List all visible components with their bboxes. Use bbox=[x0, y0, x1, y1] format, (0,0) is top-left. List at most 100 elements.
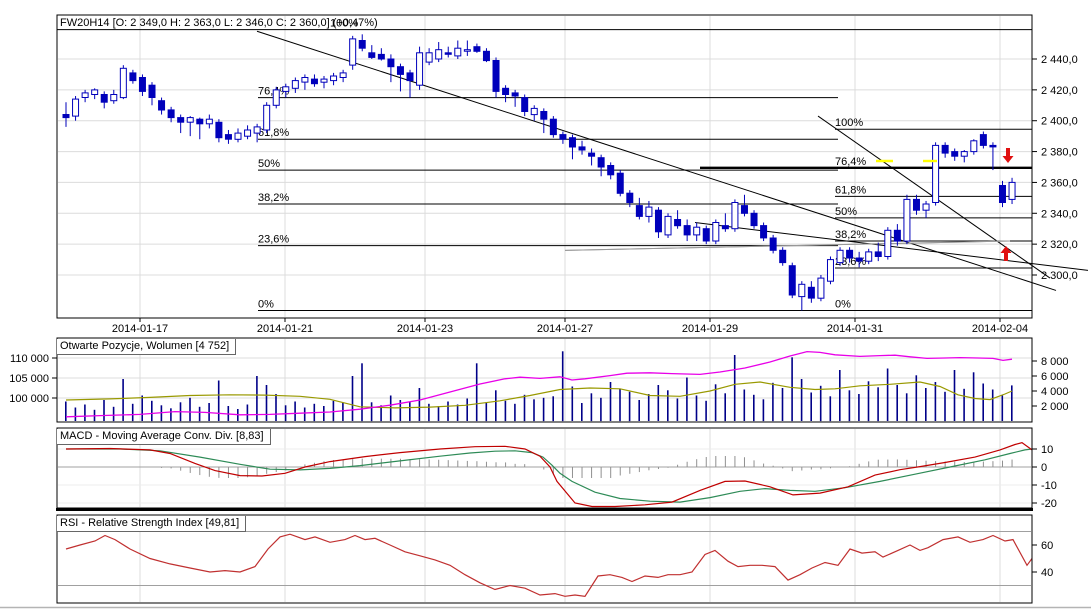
candle bbox=[970, 140, 978, 153]
candle bbox=[186, 117, 194, 123]
candle bbox=[826, 259, 834, 282]
charting-app-window: 100%76,4%61,8%50%38,2%23,6%0%100%76,4%61… bbox=[0, 0, 1091, 610]
candle bbox=[234, 132, 242, 140]
svg-text:100 000: 100 000 bbox=[9, 393, 49, 405]
svg-text:-10: -10 bbox=[1041, 480, 1057, 492]
candle bbox=[865, 251, 873, 262]
rsi-pane[interactable] bbox=[65, 533, 1033, 597]
candle bbox=[377, 53, 385, 60]
svg-text:100%: 100% bbox=[835, 117, 863, 129]
svg-text:2014-01-23: 2014-01-23 bbox=[397, 323, 453, 335]
candle bbox=[616, 172, 624, 194]
candle bbox=[807, 286, 815, 299]
svg-text:2014-01-29: 2014-01-29 bbox=[682, 323, 738, 335]
candle bbox=[932, 144, 940, 203]
svg-text:50%: 50% bbox=[258, 158, 280, 170]
candle bbox=[645, 206, 653, 217]
svg-text:6 000: 6 000 bbox=[1041, 371, 1069, 383]
candle bbox=[473, 46, 481, 52]
candle bbox=[760, 225, 768, 239]
svg-text:2 300,0: 2 300,0 bbox=[1041, 270, 1078, 282]
candle bbox=[683, 225, 691, 236]
candle bbox=[482, 50, 490, 62]
candle bbox=[740, 205, 748, 214]
candle bbox=[368, 52, 376, 58]
candle bbox=[463, 49, 471, 52]
svg-text:38,2%: 38,2% bbox=[835, 229, 866, 241]
candle bbox=[884, 229, 892, 258]
candle bbox=[951, 151, 959, 157]
candle bbox=[301, 77, 309, 83]
candle bbox=[941, 144, 949, 154]
candle bbox=[244, 129, 252, 137]
svg-text:61,8%: 61,8% bbox=[258, 127, 289, 139]
candle bbox=[912, 198, 920, 211]
candle bbox=[158, 100, 166, 111]
svg-text:0: 0 bbox=[1041, 462, 1047, 474]
svg-text:-20: -20 bbox=[1041, 498, 1057, 510]
candle bbox=[349, 38, 357, 66]
candle bbox=[903, 198, 911, 242]
svg-text:50%: 50% bbox=[835, 206, 857, 218]
svg-text:2014-01-17: 2014-01-17 bbox=[112, 323, 168, 335]
volume-pane[interactable] bbox=[65, 350, 1013, 422]
svg-text:0%: 0% bbox=[258, 298, 274, 310]
svg-text:2014-01-21: 2014-01-21 bbox=[257, 323, 313, 335]
candle bbox=[310, 78, 318, 85]
candle bbox=[922, 203, 930, 211]
rsi-pane-title: RSI - Relative Strength Index [49,81] bbox=[57, 516, 247, 532]
candle bbox=[148, 84, 156, 98]
candle bbox=[339, 72, 347, 79]
svg-text:2 400,0: 2 400,0 bbox=[1041, 116, 1078, 128]
svg-text:40: 40 bbox=[1041, 567, 1053, 579]
candle bbox=[674, 219, 682, 227]
svg-text:10: 10 bbox=[1041, 444, 1053, 456]
candle bbox=[817, 277, 825, 299]
candle bbox=[855, 257, 863, 262]
candle bbox=[282, 86, 290, 92]
candle bbox=[607, 165, 615, 176]
candle bbox=[626, 192, 634, 203]
candle bbox=[396, 66, 404, 75]
candle bbox=[559, 134, 567, 140]
svg-text:2 000: 2 000 bbox=[1041, 401, 1069, 413]
svg-text:23,6%: 23,6% bbox=[258, 234, 289, 246]
candle bbox=[205, 118, 213, 125]
candle bbox=[1008, 181, 1016, 200]
candle bbox=[588, 152, 596, 157]
sell-arrow-icon bbox=[1002, 148, 1014, 163]
candle bbox=[91, 89, 99, 96]
candle bbox=[511, 92, 519, 97]
candle bbox=[110, 94, 118, 102]
candle bbox=[263, 104, 271, 131]
candle bbox=[998, 185, 1006, 203]
macd-pane[interactable] bbox=[65, 442, 1033, 508]
candlestick-series[interactable] bbox=[62, 34, 1016, 311]
price-pane-title: FW20H14 [O: 2 349,0 H: 2 363,0 L: 2 346,… bbox=[60, 17, 378, 29]
svg-text:105 000: 105 000 bbox=[9, 373, 49, 385]
svg-text:38,2%: 38,2% bbox=[258, 192, 289, 204]
svg-text:2 420,0: 2 420,0 bbox=[1041, 85, 1078, 97]
candle bbox=[358, 40, 366, 49]
candle bbox=[893, 229, 901, 242]
candle bbox=[196, 118, 204, 125]
candle bbox=[568, 137, 576, 148]
svg-text:110 000: 110 000 bbox=[10, 353, 49, 365]
candle bbox=[874, 251, 882, 257]
candle bbox=[330, 75, 338, 82]
candle bbox=[702, 228, 710, 242]
candle bbox=[320, 78, 328, 83]
svg-text:2 380,0: 2 380,0 bbox=[1041, 147, 1078, 159]
candle bbox=[435, 49, 443, 60]
candle bbox=[654, 209, 662, 233]
candle bbox=[224, 134, 232, 140]
candle bbox=[406, 72, 414, 82]
gridlines bbox=[58, 16, 1031, 602]
svg-text:2 440,0: 2 440,0 bbox=[1041, 54, 1078, 66]
candle bbox=[750, 212, 758, 227]
candle bbox=[129, 72, 137, 82]
candle bbox=[989, 144, 997, 148]
svg-text:76,4%: 76,4% bbox=[835, 156, 866, 168]
candle bbox=[425, 52, 433, 63]
candle bbox=[416, 52, 424, 86]
